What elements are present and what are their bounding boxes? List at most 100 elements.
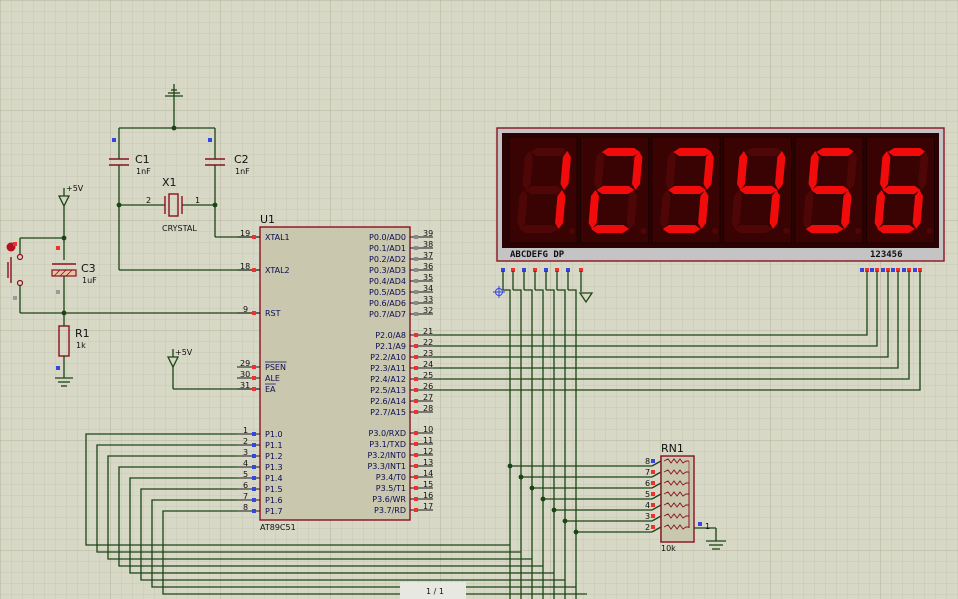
u1-part: AT89C51	[260, 523, 296, 532]
page-indicator[interactable]: 1 / 1	[400, 582, 466, 599]
mcu-pin-number: 11	[423, 436, 433, 445]
mcu-pin-name: P1.2	[265, 452, 283, 461]
mcu-pin-number: 30	[240, 370, 250, 379]
segment-a	[744, 148, 783, 156]
display-common-pin-alt	[870, 268, 874, 272]
power-label-ea: +5V	[175, 348, 193, 357]
mcu-pin-number: 12	[423, 447, 433, 456]
c1-ref: C1	[135, 153, 150, 166]
mcu-pin-name: P3.7/RD	[374, 506, 406, 515]
mcu-pin-number: 26	[423, 382, 433, 391]
segment-dp	[855, 228, 861, 234]
mcu-pin-number: 28	[423, 404, 433, 413]
mcu-pin-name: P2.1/A9	[375, 342, 406, 351]
mcu-pin-name: P3.2/INT0	[367, 451, 406, 460]
mcu-pin-name: P1.6	[265, 496, 283, 505]
mcu-pin-name: P1.0	[265, 430, 283, 439]
junction-dot	[573, 529, 579, 535]
mcu-pin-number: 3	[243, 448, 248, 457]
segment-g	[739, 186, 778, 194]
mcu-pin-number: 22	[423, 338, 433, 347]
mcu-pin-number: 19	[240, 229, 250, 238]
display-common-pin-alt	[891, 268, 895, 272]
junction-dot	[518, 474, 524, 480]
mcu-pin-number: 35	[423, 273, 433, 282]
segment-g	[882, 186, 921, 194]
x1-pin2-number: 2	[146, 196, 151, 205]
mcu-pin-number: 17	[423, 502, 433, 511]
mcu-pin-number: 10	[423, 425, 433, 434]
mcu-pin-name: P2.2/A10	[370, 353, 406, 362]
segment-a	[887, 148, 926, 156]
rn1-pin-number: 2	[645, 523, 650, 532]
mcu-pin-name: P2.3/A11	[370, 364, 406, 373]
display-digit	[651, 136, 721, 244]
x1-ref: X1	[162, 176, 177, 189]
segment-g	[668, 186, 707, 194]
segment-d	[591, 225, 630, 233]
common-pins-label: 123456	[870, 250, 903, 260]
mcu-pin-name: P1.7	[265, 507, 283, 516]
seven-segment-display[interactable]: ABCDEFG DP 123456	[496, 127, 945, 272]
rn1-pin-number: 7	[645, 468, 650, 477]
mcu-pin-number: 32	[423, 306, 433, 315]
c1-value: 1nF	[136, 167, 151, 176]
mcu-pin-number: 31	[240, 381, 250, 390]
segment-dp	[640, 228, 647, 234]
segment-d	[519, 225, 558, 233]
mcu-pin-name: P3.0/RXD	[369, 429, 406, 438]
mcu-pin-name: P0.7/AD7	[369, 310, 406, 319]
c3-value: 1uF	[82, 276, 97, 285]
mcu-pin-name: P2.6/A14	[370, 397, 406, 406]
mcu-pin-number: 13	[423, 458, 433, 467]
segment-d	[662, 225, 701, 233]
mcu-pin-name: ALE	[265, 374, 280, 383]
page-indicator-text: 1 / 1	[426, 587, 444, 596]
segment-a	[601, 148, 640, 156]
mcu-pin-number: 37	[423, 251, 433, 260]
display-common-pin-alt	[881, 268, 885, 272]
mcu-pin-name: P2.7/A15	[370, 408, 406, 417]
mcu-u1[interactable]: U1 AT89C51 19 XTAL118 XTAL29 RST29 PSEN30 ALE…	[237, 213, 433, 532]
mcu-pin-name: P0.6/AD6	[369, 299, 406, 308]
c2-ref: C2	[234, 153, 249, 166]
segment-a	[530, 148, 569, 156]
segment-dp	[569, 228, 575, 234]
mcu-pin-number: 36	[423, 262, 433, 271]
mcu-pin-name: XTAL2	[265, 266, 290, 275]
rn1-common-pin: 1	[705, 522, 710, 531]
grid-major	[0, 0, 958, 599]
mcu-pin-name: P2.4/A12	[370, 375, 406, 384]
display-digit	[580, 136, 649, 244]
segment-pins-label: ABCDEFG DP	[510, 250, 565, 260]
mcu-pin-number: 5	[243, 470, 248, 479]
display-digit	[723, 136, 792, 244]
mcu-pin-name: P0.5/AD5	[369, 288, 406, 297]
mcu-pin-name: P1.5	[265, 485, 283, 494]
x1-value: CRYSTAL	[162, 224, 197, 233]
segment-d	[734, 225, 773, 233]
mcu-pin-name: P0.0/AD0	[369, 233, 406, 242]
mcu-pin-number: 39	[423, 229, 433, 238]
junction-dot	[507, 463, 513, 469]
rn1-pin-number: 5	[645, 490, 650, 499]
segment-a	[673, 148, 712, 156]
power-label-5v: +5V	[66, 184, 84, 193]
r1-ref: R1	[75, 327, 90, 340]
display-digit	[508, 136, 578, 244]
mcu-pin-number: 15	[423, 480, 433, 489]
mcu-pin-number: 9	[243, 305, 248, 314]
segment-dp	[712, 228, 718, 234]
rn1-pin-number: 8	[645, 457, 650, 466]
x1-pin1-number: 1	[195, 196, 200, 205]
mcu-pin-name: EA	[265, 385, 276, 394]
mcu-pin-number: 16	[423, 491, 433, 500]
segment-d	[805, 225, 844, 233]
display-common-pin-alt	[860, 268, 864, 272]
mcu-pin-name: P2.5/A13	[370, 386, 406, 395]
display-common-pin-alt	[913, 268, 917, 272]
mcu-pin-number: 6	[243, 481, 248, 490]
segment-a	[816, 148, 855, 156]
display-digit	[866, 136, 935, 244]
mcu-pin-number: 24	[423, 360, 433, 369]
